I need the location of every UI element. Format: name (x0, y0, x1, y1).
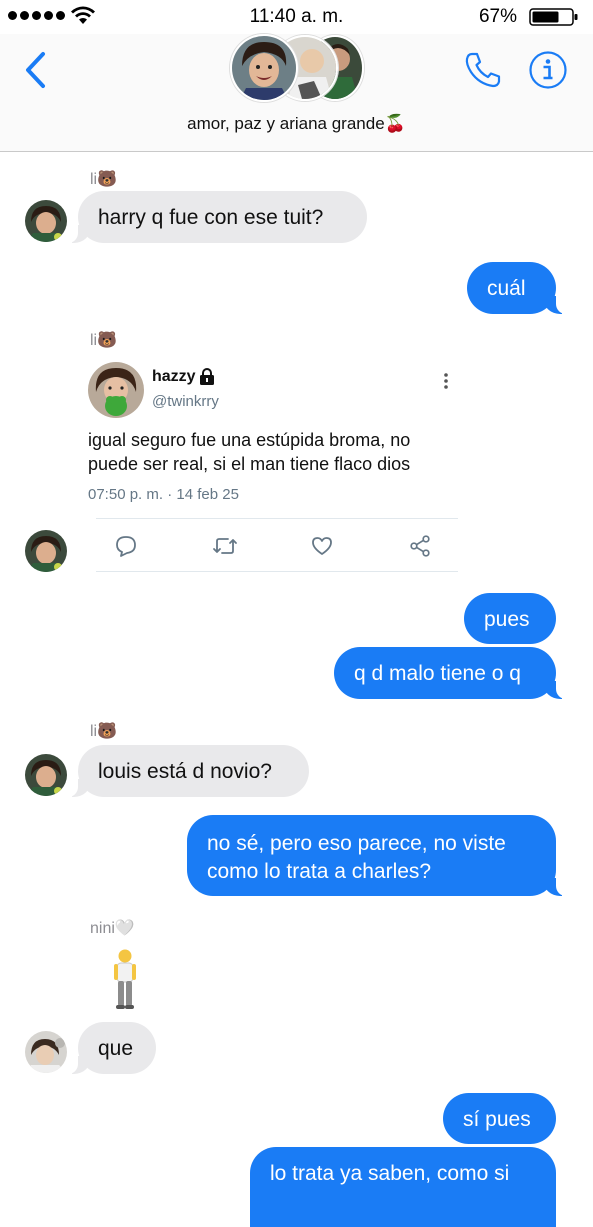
message-bubble-outgoing[interactable]: pues (464, 593, 556, 644)
message-text: q d malo tiene o q (354, 662, 521, 685)
message-text-line: como lo trata a charles? (207, 860, 432, 883)
message-text: cuál (487, 277, 526, 300)
message-text-line: no sé, pero eso parece, no viste (207, 832, 506, 855)
tweet-author-name[interactable]: hazzy (152, 368, 196, 386)
sender-name: li🐻 (90, 171, 118, 188)
lock-icon (200, 368, 214, 385)
info-icon[interactable] (528, 50, 568, 90)
divider (96, 571, 458, 572)
battery-percent: 67% (478, 6, 517, 27)
tweet-time: 07:50 p. m. (88, 486, 164, 503)
message-text: pues (484, 608, 530, 631)
message-bubble-outgoing[interactable]: q d malo tiene o q (334, 647, 566, 699)
retweet-icon[interactable] (212, 534, 238, 558)
status-bar: 11:40 a. m. 67% (0, 0, 593, 34)
avatar[interactable] (25, 200, 67, 242)
reply-icon[interactable] (114, 534, 138, 558)
message-bubble-outgoing[interactable]: sí pues (443, 1093, 556, 1144)
tweet-text: igual seguro fue una estúpida broma, no … (88, 428, 464, 476)
battery-icon (529, 8, 578, 26)
message-bubble-outgoing[interactable]: cuál (467, 262, 566, 314)
tweet-avatar[interactable] (88, 362, 144, 418)
group-avatar-1 (230, 34, 298, 102)
message-text: lo trata ya saben, como si (270, 1162, 510, 1185)
group-avatars[interactable] (230, 34, 370, 104)
share-icon[interactable] (408, 534, 432, 558)
message-text: harry q fue con ese tuit? (98, 206, 324, 229)
tweet-date: 14 feb 25 (176, 486, 239, 503)
tweet-separator: · (167, 486, 173, 503)
avatar[interactable] (25, 530, 67, 572)
like-heart-icon[interactable] (310, 534, 334, 558)
tweet-text-line: puede ser real, si el man tiene flaco di… (88, 454, 411, 474)
phone-call-icon[interactable] (463, 50, 503, 90)
avatar[interactable] (25, 1031, 67, 1073)
message-bubble-outgoing[interactable]: no sé, pero eso parece, no viste como lo… (187, 815, 566, 896)
message-bubble-outgoing[interactable]: lo trata ya saben, como si (250, 1147, 556, 1227)
standing-person-emoji (114, 949, 136, 1009)
sender-name: li🐻 (90, 332, 118, 349)
group-name[interactable]: amor, paz y ariana grande🍒 (0, 114, 593, 134)
conversation-header: amor, paz y ariana grande🍒 (0, 34, 593, 152)
tweet-timestamp[interactable]: 07:50 p. m. · 14 feb 25 (88, 486, 239, 503)
more-options-icon[interactable] (443, 372, 449, 390)
message-text: sí pues (463, 1108, 531, 1131)
message-bubble-incoming[interactable]: louis está d novio? (68, 745, 309, 797)
tweet-card[interactable]: hazzy @twinkrry igual seguro fue una est… (86, 352, 462, 574)
sender-name: li🐻 (90, 723, 118, 740)
message-text: louis está d novio? (98, 760, 272, 783)
avatar[interactable] (25, 754, 67, 796)
message-text: que (98, 1037, 134, 1060)
message-bubble-incoming[interactable]: que (68, 1022, 156, 1074)
tweet-text-line: igual seguro fue una estúpida broma, no (88, 430, 411, 450)
message-bubble-incoming[interactable]: harry q fue con ese tuit? (68, 191, 367, 243)
sender-name: nini🤍 (90, 920, 135, 937)
back-chevron-icon[interactable] (22, 50, 48, 90)
tweet-author-handle[interactable]: @twinkrry (152, 393, 219, 410)
divider (96, 518, 458, 519)
